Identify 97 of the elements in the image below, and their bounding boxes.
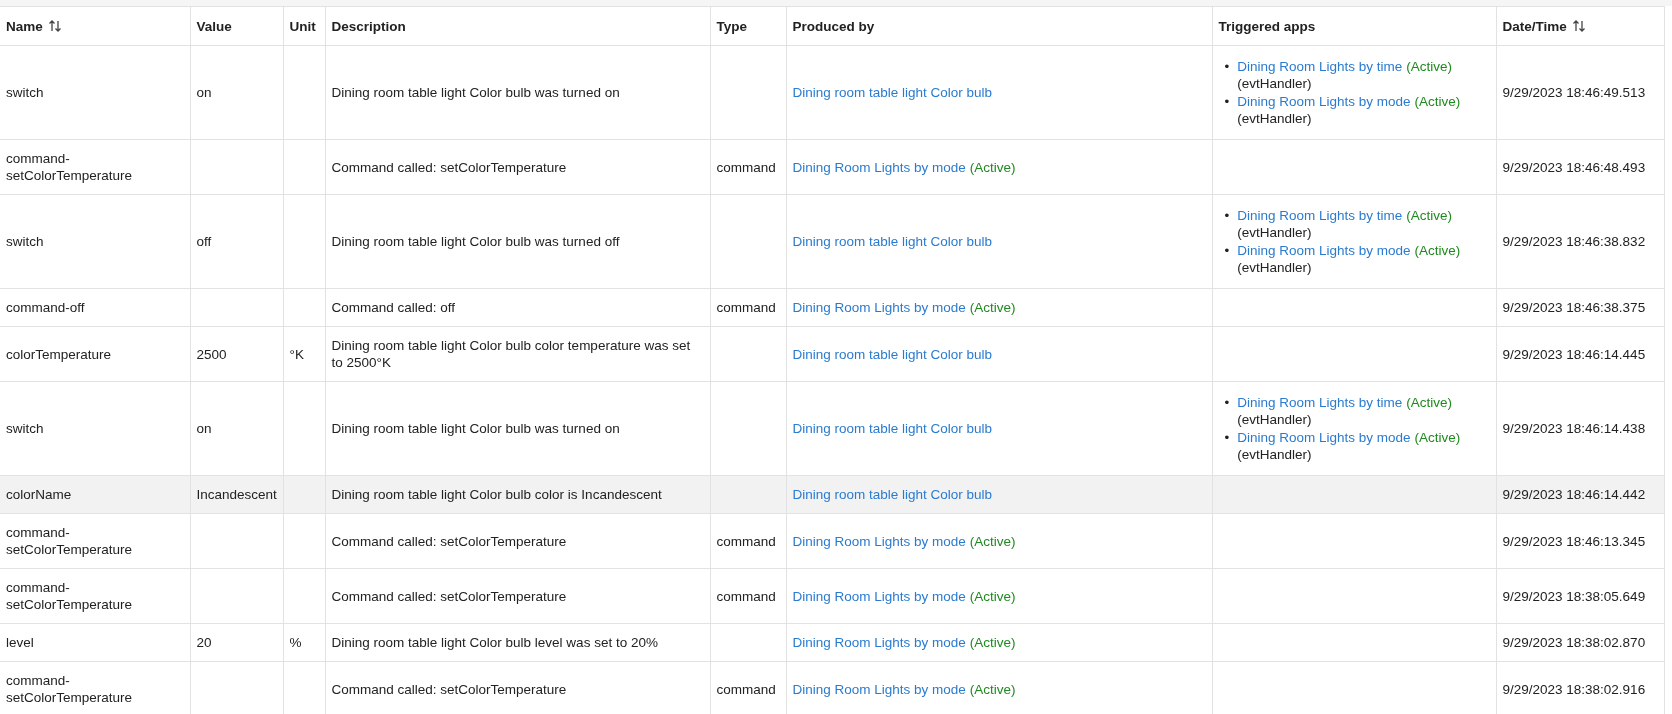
column-header: Produced by [792, 17, 875, 35]
event-name: command-off [6, 300, 85, 315]
producer-link[interactable]: Dining room table light Color bulb [792, 421, 993, 436]
handler-text: (evtHandler) [1237, 260, 1312, 275]
producer-link[interactable]: Dining room table light Color bulb [792, 234, 993, 249]
column-header: Unit [289, 17, 316, 35]
column-header: Triggered apps [1218, 17, 1316, 35]
column-header: Name [6, 17, 43, 35]
producer-link[interactable]: Dining room table light Color bulb [792, 487, 993, 502]
app-link[interactable]: Dining Room Lights by time [1237, 59, 1403, 74]
column-header: Value [196, 17, 232, 35]
event-description: Command called: off [331, 300, 456, 315]
event-type: command [716, 681, 776, 697]
producer-link[interactable]: Dining Room Lights by mode [792, 300, 966, 315]
event-datetime: 9/29/2023 18:38:02.916 [1502, 681, 1646, 697]
event-datetime: 9/29/2023 18:46:49.513 [1502, 85, 1646, 100]
app-link[interactable]: Dining Room Lights by time [1237, 208, 1403, 223]
status-text: (Active) [969, 681, 1016, 697]
app-link[interactable]: Dining Room Lights by mode [1237, 94, 1411, 109]
bullet-text: • [1224, 93, 1230, 111]
producer-link[interactable]: Dining Room Lights by mode [792, 681, 966, 697]
event-value: on [196, 421, 212, 436]
producer-link[interactable]: Dining room table light Color bulb [792, 346, 993, 362]
column-header: Description [331, 17, 406, 35]
event-datetime: 9/29/2023 18:46:13.345 [1502, 533, 1646, 549]
event-description: Dining room table light Color bulb was turned off [331, 234, 620, 249]
event-name: colorName [6, 487, 72, 502]
event-value: off [196, 234, 212, 249]
event-datetime: 9/29/2023 18:46:14.445 [1502, 346, 1646, 362]
status-text: (Active) [1414, 94, 1461, 109]
producer-link[interactable]: Dining Room Lights by mode [792, 533, 966, 549]
event-description: Dining room table light Color bulb color temperature was set to 2500°K [331, 338, 691, 370]
event-unit: °K [289, 346, 304, 362]
event-value: Incandescent [196, 487, 277, 502]
bullet-text: • [1224, 429, 1230, 447]
event-description: Dining room table light Color bulb was turned on [331, 421, 620, 436]
bullet-text: • [1224, 394, 1230, 412]
column-header: Date/Time [1502, 17, 1567, 35]
event-description: Command called: setColorTemperature [331, 159, 567, 175]
bullet-text: • [1224, 242, 1230, 260]
event-name: switch [6, 234, 44, 249]
handler-text: (evtHandler) [1237, 447, 1312, 462]
event-datetime: 9/29/2023 18:46:14.442 [1502, 487, 1646, 502]
event-type: command [716, 300, 776, 315]
event-description: Dining room table light Color bulb level was set to 20% [331, 635, 658, 650]
event-name: switch [6, 421, 44, 436]
status-text: (Active) [969, 635, 1016, 650]
event-description: Dining room table light Color bulb was turned on [331, 85, 620, 100]
status-text: (Active) [1414, 430, 1461, 445]
producer-link[interactable]: Dining room table light Color bulb [792, 85, 993, 100]
event-value: 20 [196, 635, 212, 650]
event-datetime: 9/29/2023 18:38:02.870 [1502, 635, 1646, 650]
event-datetime: 9/29/2023 18:46:48.493 [1502, 159, 1646, 175]
event-value: 2500 [196, 346, 227, 362]
bullet-text: • [1224, 207, 1230, 225]
producer-link[interactable]: Dining Room Lights by mode [792, 588, 966, 604]
event-description: Command called: setColorTemperature [331, 533, 567, 549]
event-name: switch [6, 85, 44, 100]
event-description: Dining room table light Color bulb color is Incandescent [331, 487, 662, 502]
event-name: level [6, 635, 34, 650]
status-text: (Active) [1414, 243, 1461, 258]
app-link[interactable]: Dining Room Lights by time [1237, 395, 1403, 410]
event-type: command [716, 588, 776, 604]
event-type: command [716, 159, 776, 175]
status-text: (Active) [1406, 59, 1453, 74]
sort-icon[interactable] [47, 19, 62, 33]
event-name: colorTemperature [6, 346, 112, 362]
event-datetime: 9/29/2023 18:46:14.438 [1502, 421, 1646, 436]
sort-icon[interactable] [1571, 19, 1586, 33]
event-type: command [716, 533, 776, 549]
event-name: command-setColorTemperature [6, 151, 133, 183]
handler-text: (evtHandler) [1237, 111, 1312, 126]
bullet-text: • [1224, 58, 1230, 76]
event-datetime: 9/29/2023 18:38:05.649 [1502, 588, 1646, 604]
status-text: (Active) [969, 588, 1016, 604]
column-header: Type [716, 17, 747, 35]
status-text: (Active) [969, 533, 1016, 549]
event-name: command-setColorTemperature [6, 673, 133, 705]
handler-text: (evtHandler) [1237, 412, 1312, 427]
event-datetime: 9/29/2023 18:46:38.375 [1502, 300, 1646, 315]
status-text: (Active) [969, 300, 1016, 315]
status-text: (Active) [1406, 208, 1453, 223]
handler-text: (evtHandler) [1237, 225, 1312, 240]
event-description: Command called: setColorTemperature [331, 588, 567, 604]
app-link[interactable]: Dining Room Lights by mode [1237, 243, 1411, 258]
event-name: command-setColorTemperature [6, 580, 133, 612]
app-link[interactable]: Dining Room Lights by mode [1237, 430, 1411, 445]
producer-link[interactable]: Dining Room Lights by mode [792, 159, 966, 175]
event-description: Command called: setColorTemperature [331, 681, 567, 697]
event-datetime: 9/29/2023 18:46:38.832 [1502, 234, 1646, 249]
event-unit: % [289, 635, 302, 650]
status-text: (Active) [969, 159, 1016, 175]
producer-link[interactable]: Dining Room Lights by mode [792, 635, 966, 650]
event-value: on [196, 85, 212, 100]
status-text: (Active) [1406, 395, 1453, 410]
handler-text: (evtHandler) [1237, 76, 1312, 91]
event-name: command-setColorTemperature [6, 525, 133, 557]
